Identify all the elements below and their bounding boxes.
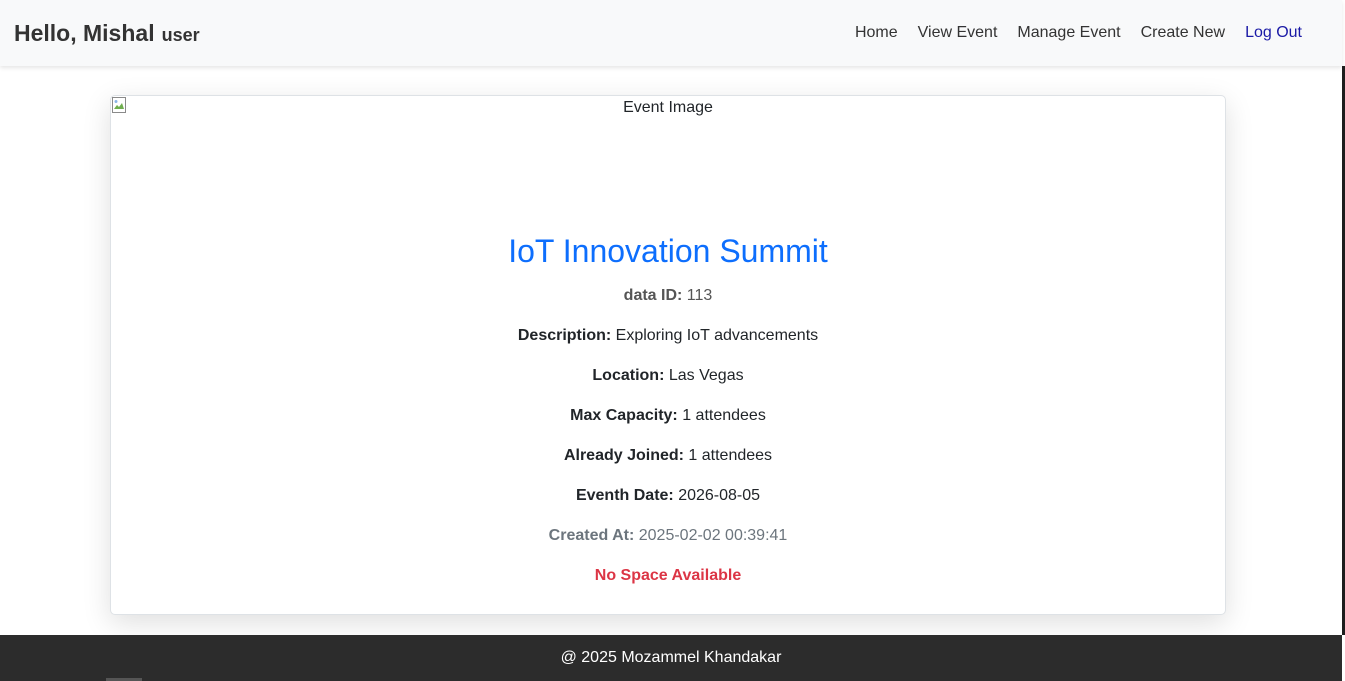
location-label: Location: [592,367,665,384]
event-date-value: 2026-08-05 [678,487,761,504]
event-date-label: Eventh Date: [575,487,674,504]
page-footer: @ 2025 Mozammel Khandakar [0,635,1342,681]
data-id-value: 113 [686,287,713,304]
event-image-alt: Event Image [623,99,713,116]
top-navbar: Hello, Mishal user Home View Event Manag… [0,0,1342,66]
data-id-row: data ID: 113 [111,286,1225,306]
max-capacity-label: Max Capacity: [570,407,678,424]
created-at-label: Created At: [548,527,635,544]
location-value: Las Vegas [668,367,744,384]
nav-create-new-link[interactable]: Create New [1141,24,1225,42]
max-capacity-value: 1 attendees [682,407,766,424]
max-capacity-row: Max Capacity: 1 attendees [111,406,1225,426]
created-at-row: Created At: 2025-02-02 00:39:41 [111,526,1225,546]
created-at-value: 2025-02-02 00:39:41 [638,527,788,544]
already-joined-row: Already Joined: 1 attendees [111,446,1225,466]
description-value: Exploring IoT advancements [615,327,819,344]
description-label: Description: [517,327,612,344]
footer-copyright: @ 2025 Mozammel Khandakar [560,649,782,666]
user-greeting: Hello, Mishal user [14,20,200,47]
event-image: Event Image [111,96,1225,216]
nav-view-event-link[interactable]: View Event [918,24,998,42]
logout-link[interactable]: Log Out [1245,24,1302,42]
description-row: Description: Exploring IoT advancements [111,326,1225,346]
nav-home-link[interactable]: Home [855,24,898,42]
nav-links: Home View Event Manage Event Create New … [835,24,1302,42]
event-date-row: Eventh Date: 2026-08-05 [111,486,1225,506]
availability-status: No Space Available [594,567,742,584]
event-card: Event Image IoT Innovation Summit data I… [110,95,1226,615]
greeting-text: Hello, Mishal [14,19,155,46]
already-joined-value: 1 attendees [688,447,773,464]
already-joined-label: Already Joined: [563,447,684,464]
nav-manage-event-link[interactable]: Manage Event [1017,24,1120,42]
location-row: Location: Las Vegas [111,366,1225,386]
user-role: user [161,24,200,45]
data-id-label: data ID: [623,287,683,304]
event-title: IoT Innovation Summit [508,233,828,269]
